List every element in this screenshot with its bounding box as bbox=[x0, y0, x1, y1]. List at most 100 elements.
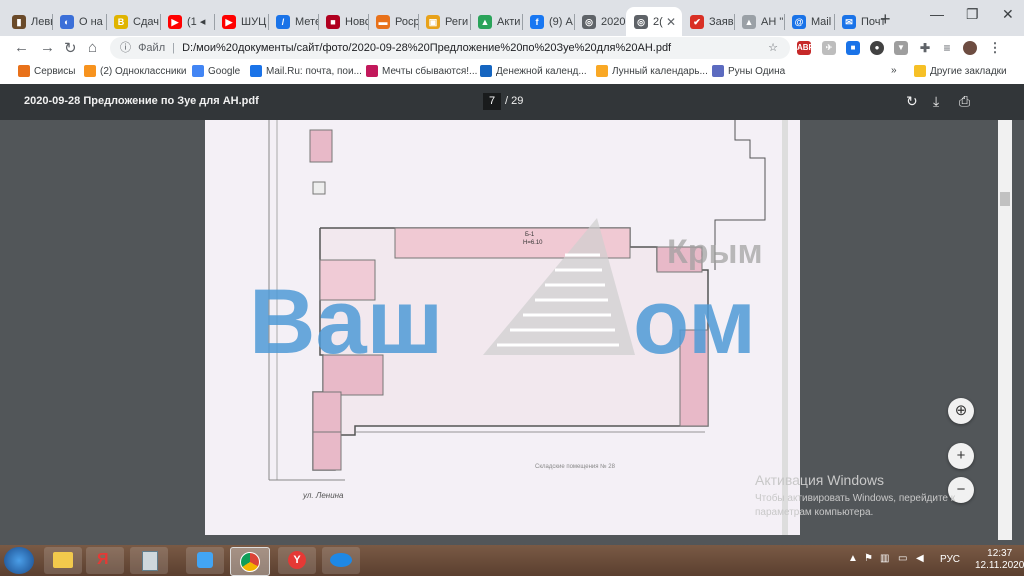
scrollbar-thumb[interactable] bbox=[1000, 192, 1010, 206]
bookmark-item[interactable]: Mail.Ru: почта, пои... bbox=[250, 65, 362, 77]
maximize-button[interactable]: ❐ bbox=[966, 6, 979, 23]
extension-icon[interactable]: ✈ bbox=[822, 41, 836, 55]
network-icon[interactable]: ▥ bbox=[880, 553, 889, 564]
chrome-taskbar-icon[interactable] bbox=[230, 547, 270, 576]
tab-label: Акти bbox=[497, 15, 521, 28]
address-bar[interactable]: ⓘ Файл | D:/мои%20документы/сайт/фото/20… bbox=[110, 37, 790, 59]
bookmark-item[interactable]: Google bbox=[192, 65, 240, 77]
tab-12[interactable]: ◎ 2(✕ bbox=[626, 7, 682, 36]
watermark-left: Ваш bbox=[249, 271, 443, 373]
tab-label: Mail bbox=[811, 15, 832, 28]
tab-0[interactable]: ▮ Левы bbox=[4, 7, 52, 36]
menu-dots-icon[interactable]: ⋮ bbox=[988, 41, 1002, 55]
minimize-button[interactable]: — bbox=[930, 6, 944, 22]
download-icon[interactable]: ⤓ bbox=[933, 93, 939, 110]
bookmark-icon bbox=[596, 65, 608, 77]
bookmark-item[interactable]: Руны Одина bbox=[712, 65, 785, 77]
windows-activation-watermark: Активация Windows Чтобы активировать Win… bbox=[755, 472, 955, 520]
tab-8[interactable]: ▣ Реги bbox=[418, 7, 470, 36]
tab-6[interactable]: ■ Новс bbox=[318, 7, 368, 36]
print-icon[interactable]: ⎙ bbox=[959, 93, 970, 110]
bookmark-label: Денежной календ... bbox=[496, 65, 587, 77]
circle-ext-icon[interactable]: ● bbox=[870, 41, 884, 55]
start-button[interactable] bbox=[4, 547, 34, 574]
close-window-button[interactable]: ✕ bbox=[1002, 6, 1014, 23]
tab-label: О на bbox=[79, 15, 103, 28]
fit-page-button[interactable]: ⊕ bbox=[948, 398, 974, 424]
tab-label: Сдач bbox=[133, 15, 159, 28]
rotate-icon[interactable]: ↻ bbox=[906, 93, 918, 110]
bookmark-ext-icon[interactable]: ■ bbox=[846, 41, 860, 55]
scrollbar[interactable] bbox=[998, 120, 1012, 540]
tab-2[interactable]: B Сдач bbox=[106, 7, 160, 36]
tab-label: Заяв bbox=[709, 15, 734, 28]
clock[interactable]: 12:37 12.11.2020 bbox=[975, 548, 1024, 572]
puzzle-icon[interactable]: ✚ bbox=[918, 41, 932, 55]
more-bookmarks-button[interactable]: » bbox=[891, 65, 897, 76]
clock-time: 12:37 bbox=[987, 548, 1013, 559]
home-icon[interactable]: ⌂ bbox=[88, 39, 97, 56]
pdf-page: Ваш ом Крым Б-1 H=6.10 ул. Ленина Складс… bbox=[205, 120, 800, 535]
flag-icon[interactable]: ⚑ bbox=[864, 553, 873, 564]
tab-10[interactable]: f (9) А bbox=[522, 7, 574, 36]
tab-strip: ▮Левы◐О наBСдач▶(1 ◂▶ШУЦ / Мете■Новс▬Роср▣… bbox=[0, 0, 1024, 36]
page-number-input[interactable]: 7 bbox=[483, 93, 501, 110]
reload-icon[interactable]: ↻ bbox=[64, 39, 77, 57]
adblock-icon[interactable]: ABP bbox=[797, 41, 814, 55]
tab-1[interactable]: ◐ О на bbox=[52, 7, 106, 36]
tab-favicon-icon: ▶ bbox=[168, 14, 182, 29]
tab-close-icon[interactable]: ✕ bbox=[666, 15, 676, 29]
other-bookmarks[interactable]: Другие закладки bbox=[914, 65, 1007, 77]
tab-15[interactable]: @ Mail bbox=[784, 7, 834, 36]
bookmark-item[interactable]: Денежной календ... bbox=[480, 65, 587, 77]
other-bookmarks-label: Другие закладки bbox=[930, 65, 1007, 77]
tab-4[interactable]: ▶ ШУЦ bbox=[214, 7, 268, 36]
tab-favicon-icon: ■ bbox=[326, 14, 340, 29]
yandex-taskbar-icon[interactable]: Я bbox=[86, 547, 124, 574]
bookmark-label: Мечты сбываются!... bbox=[382, 65, 478, 77]
media-player-taskbar-icon[interactable] bbox=[186, 547, 224, 574]
tab-16[interactable]: ✉ Почт bbox=[834, 7, 886, 36]
tab-13[interactable]: ✔ Заяв bbox=[682, 7, 734, 36]
forward-arrow-icon[interactable]: → bbox=[40, 39, 55, 56]
zoom-in-button[interactable]: + bbox=[948, 443, 974, 469]
yandex-browser-taskbar-icon[interactable]: Y bbox=[278, 547, 316, 574]
language-indicator[interactable]: РУС bbox=[940, 554, 960, 565]
tab-14[interactable]: ▲ АН " bbox=[734, 7, 784, 36]
tab-favicon-icon: ▮ bbox=[12, 14, 26, 29]
tab-label: 2( bbox=[653, 15, 663, 28]
battery-icon[interactable]: ▭ bbox=[898, 553, 907, 564]
avatar[interactable] bbox=[963, 41, 977, 55]
back-arrow-icon[interactable]: ← bbox=[14, 39, 29, 56]
address-scheme: Файл bbox=[138, 42, 166, 54]
tab-favicon-icon: ✉ bbox=[842, 14, 856, 29]
tab-3[interactable]: ▶ (1 ◂ bbox=[160, 7, 214, 36]
tab-label: Мете bbox=[295, 15, 318, 28]
bookmark-label: (2) Одноклассники bbox=[100, 65, 187, 77]
tab-9[interactable]: ▲ Акти bbox=[470, 7, 522, 36]
info-icon[interactable]: ⓘ bbox=[120, 42, 131, 54]
floor-plan: Ваш ом Крым Б-1 H=6.10 ул. Ленина Складс… bbox=[205, 120, 800, 535]
star-icon[interactable]: ☆ bbox=[768, 37, 778, 59]
media-icon[interactable]: ≡ bbox=[940, 41, 954, 55]
watermark-small: Крым bbox=[667, 233, 763, 271]
bookmark-item[interactable]: (2) Одноклассники bbox=[84, 65, 186, 77]
tray-arrow-icon[interactable]: ▲ bbox=[848, 553, 858, 564]
app-taskbar-icon[interactable] bbox=[322, 547, 360, 574]
volume-icon[interactable]: ◀ bbox=[916, 553, 924, 564]
calculator-taskbar-icon[interactable] bbox=[130, 547, 168, 574]
new-tab-button[interactable]: + bbox=[880, 9, 891, 30]
bookmark-item[interactable]: Лунный календарь... bbox=[596, 65, 708, 77]
bookmark-item[interactable]: Мечты сбываются!... bbox=[366, 65, 477, 77]
tab-5[interactable]: / Мете bbox=[268, 7, 318, 36]
bookmark-icon bbox=[84, 65, 96, 77]
tab-7[interactable]: ▬ Роср bbox=[368, 7, 418, 36]
page-total: / 29 bbox=[505, 95, 524, 107]
tab-11[interactable]: ◎ 2020 bbox=[574, 7, 626, 36]
bookmark-icon bbox=[250, 65, 262, 77]
bookmark-item[interactable]: Сервисы bbox=[18, 65, 75, 77]
tab-label: (9) А bbox=[549, 15, 573, 28]
shield-icon[interactable]: ▼ bbox=[894, 41, 908, 55]
tab-favicon-icon: / bbox=[276, 14, 290, 29]
explorer-taskbar-icon[interactable] bbox=[44, 547, 82, 574]
